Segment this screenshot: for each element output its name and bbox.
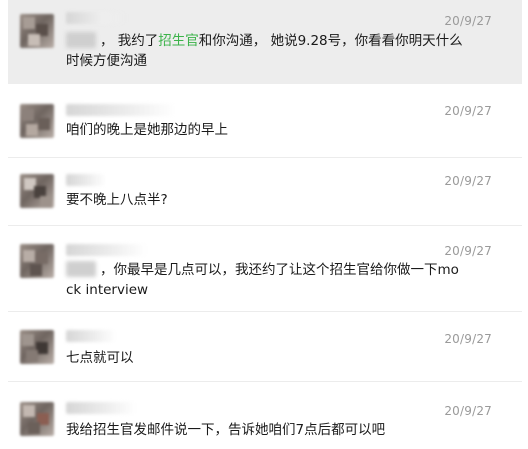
message-time: 20/9/27: [444, 244, 492, 258]
mention-blur: [66, 261, 96, 277]
message-text: ，你最早是几点可以，我还约了让这个招生官给你做一下mock interview: [66, 260, 466, 300]
mention-blur: [66, 32, 96, 48]
avatar[interactable]: [20, 104, 54, 138]
chat-message[interactable]: 20/9/27 我给招生官发邮件说一下，告诉她咱们7点后都可以吧: [8, 386, 522, 449]
message-time: 20/9/27: [444, 404, 492, 418]
sender-name: [66, 174, 106, 186]
chat-message[interactable]: 20/9/27 咱们的晚上是她那边的早上: [8, 90, 522, 158]
message-text: 我给招生官发邮件说一下，告诉她咱们7点后都可以吧: [66, 422, 386, 438]
message-text-part: ，你最早是几点可以，我还约了让这个招生官给你做一下mock interview: [66, 262, 459, 298]
message-text: 要不晚上八点半?: [66, 192, 168, 208]
sender-name: [66, 402, 136, 414]
sender-name: [66, 244, 146, 256]
message-time: 20/9/27: [444, 104, 492, 118]
keyword-highlight: 招生官: [158, 33, 199, 49]
sender-name: [66, 12, 126, 24]
chat-message[interactable]: 20/9/27 要不晚上八点半?: [8, 160, 522, 226]
chat-message[interactable]: 20/9/27 ，你最早是几点可以，我还约了让这个招生官给你做一下mock in…: [8, 230, 522, 312]
avatar[interactable]: [20, 330, 54, 364]
avatar[interactable]: [20, 174, 54, 208]
message-text: 七点就可以: [66, 350, 134, 366]
chat-message[interactable]: 20/9/27 七点就可以: [8, 316, 522, 382]
sender-name: [66, 104, 176, 116]
avatar[interactable]: [20, 14, 54, 48]
chat-message[interactable]: 20/9/27 ， 我约了招生官和你沟通， 她说9.28号，你看看你明天什么时候…: [8, 0, 522, 84]
avatar[interactable]: [20, 402, 54, 436]
message-time: 20/9/27: [444, 14, 492, 28]
message-text: 咱们的晚上是她那边的早上: [66, 122, 228, 138]
message-text-part: ， 我约了: [100, 33, 159, 49]
message-time: 20/9/27: [444, 332, 492, 346]
avatar[interactable]: [20, 244, 54, 278]
message-text: ， 我约了招生官和你沟通， 她说9.28号，你看看你明天什么时候方便沟通: [66, 31, 466, 71]
chat-search-results: 20/9/27 ， 我约了招生官和你沟通， 她说9.28号，你看看你明天什么时候…: [0, 0, 528, 449]
sender-name: [66, 330, 116, 342]
message-time: 20/9/27: [444, 174, 492, 188]
